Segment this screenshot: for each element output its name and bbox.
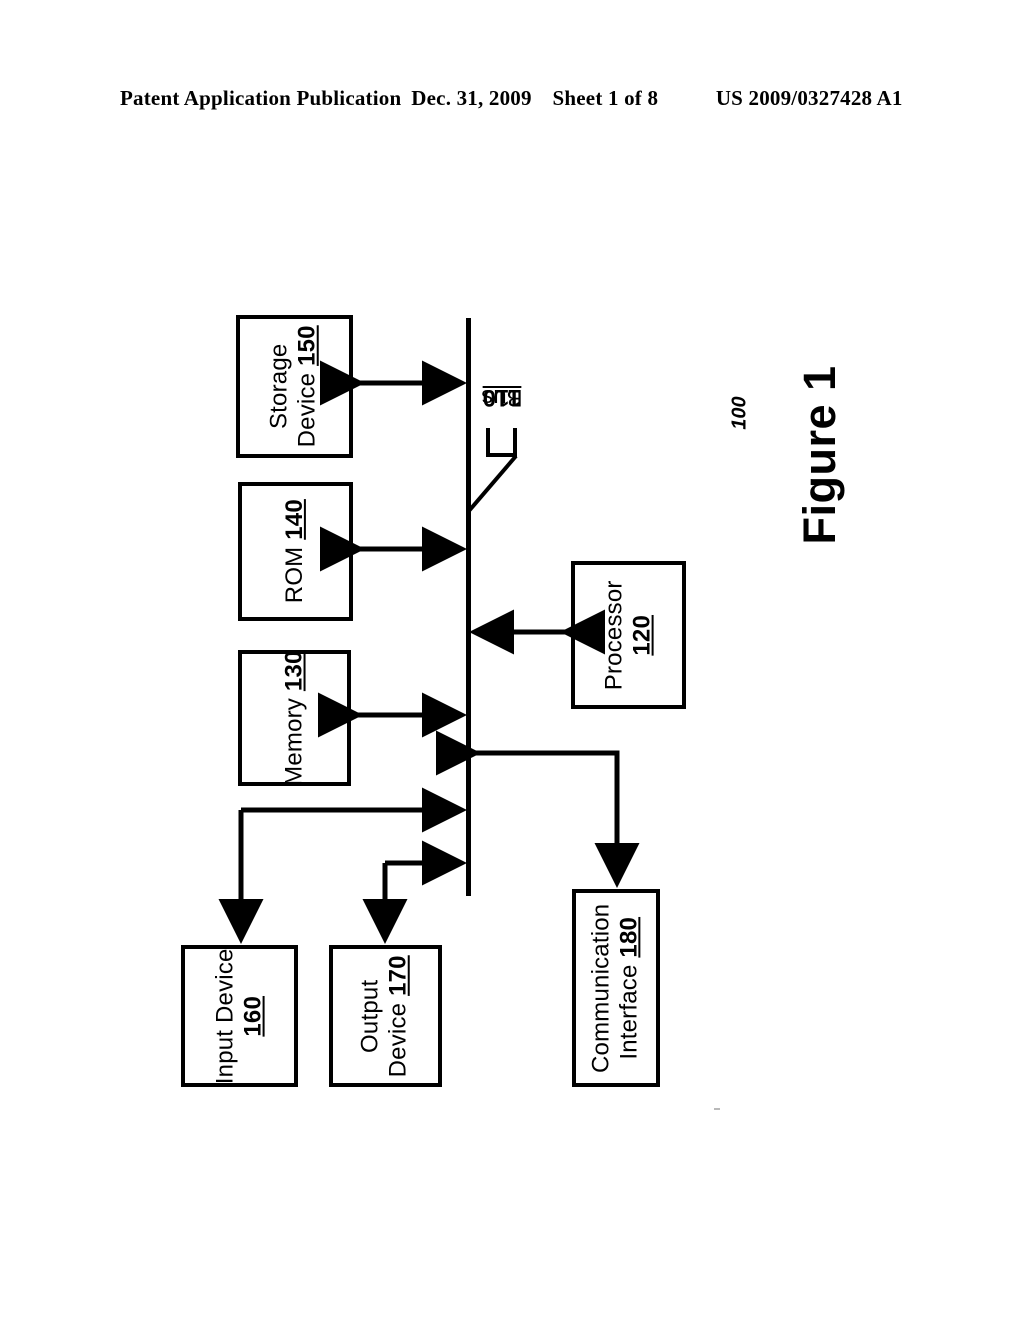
block-rom: ROM 140 xyxy=(238,482,353,621)
figure-caption: Figure 1 xyxy=(760,330,880,580)
scan-artifact-speck xyxy=(714,1108,720,1110)
block-rom-label: ROM 140 xyxy=(281,499,309,603)
bus-label: Bus 110 xyxy=(469,364,535,430)
comm-ref-number: 180 xyxy=(616,916,643,958)
block-memory-label: Memory 130 xyxy=(280,650,308,785)
output-line2: Device xyxy=(385,1002,413,1078)
block-memory: Memory 130 xyxy=(238,650,351,786)
block-input-device: Input Device 160 xyxy=(181,945,298,1087)
rom-ref-number: 140 xyxy=(281,499,309,541)
processor-ref-number: 120 xyxy=(628,614,656,656)
input-ref-number: 160 xyxy=(239,995,267,1037)
block-input-device-label: Input Device 160 xyxy=(211,948,268,1084)
block-storage-device: Storage Device 150 xyxy=(236,315,353,458)
system-reference-text: 100 xyxy=(728,396,751,430)
block-communication-interface-label: Communication Interface 180 xyxy=(588,903,645,1072)
comm-line2: Interface xyxy=(616,964,643,1060)
storage-line1: Storage xyxy=(266,343,294,430)
connector-bus-communication-interface xyxy=(436,730,640,888)
memory-line1: Memory xyxy=(280,697,308,786)
block-communication-interface: Communication Interface 180 xyxy=(572,889,660,1087)
block-processor-label: Processor 120 xyxy=(600,580,657,690)
connector-layer xyxy=(218,360,640,944)
rom-line1: ROM xyxy=(281,546,309,604)
storage-line2: Device xyxy=(294,372,322,448)
figure-caption-text: Figure 1 xyxy=(794,365,845,545)
processor-line1: Processor xyxy=(600,580,628,690)
comm-line1: Communication xyxy=(587,903,615,1073)
block-output-device-label: Output Device 170 xyxy=(357,955,414,1077)
block-processor: Processor 120 xyxy=(571,561,686,709)
output-ref-number: 170 xyxy=(385,954,413,996)
patent-page: Patent Application Publication Dec. 31, … xyxy=(0,0,1024,1320)
output-line1: Output xyxy=(357,979,385,1053)
figure-1-diagram: Bus 110 Storage Device 150 ROM 140 Memor… xyxy=(0,0,1024,1320)
input-line1: Input Device xyxy=(211,948,239,1084)
bus-ref-number: 110 xyxy=(482,384,522,411)
block-storage-device-label: Storage Device 150 xyxy=(266,325,323,447)
bus-leader-line xyxy=(466,454,518,514)
memory-ref-number: 130 xyxy=(280,650,308,691)
storage-ref-number: 150 xyxy=(294,325,322,367)
block-output-device: Output Device 170 xyxy=(329,945,442,1087)
